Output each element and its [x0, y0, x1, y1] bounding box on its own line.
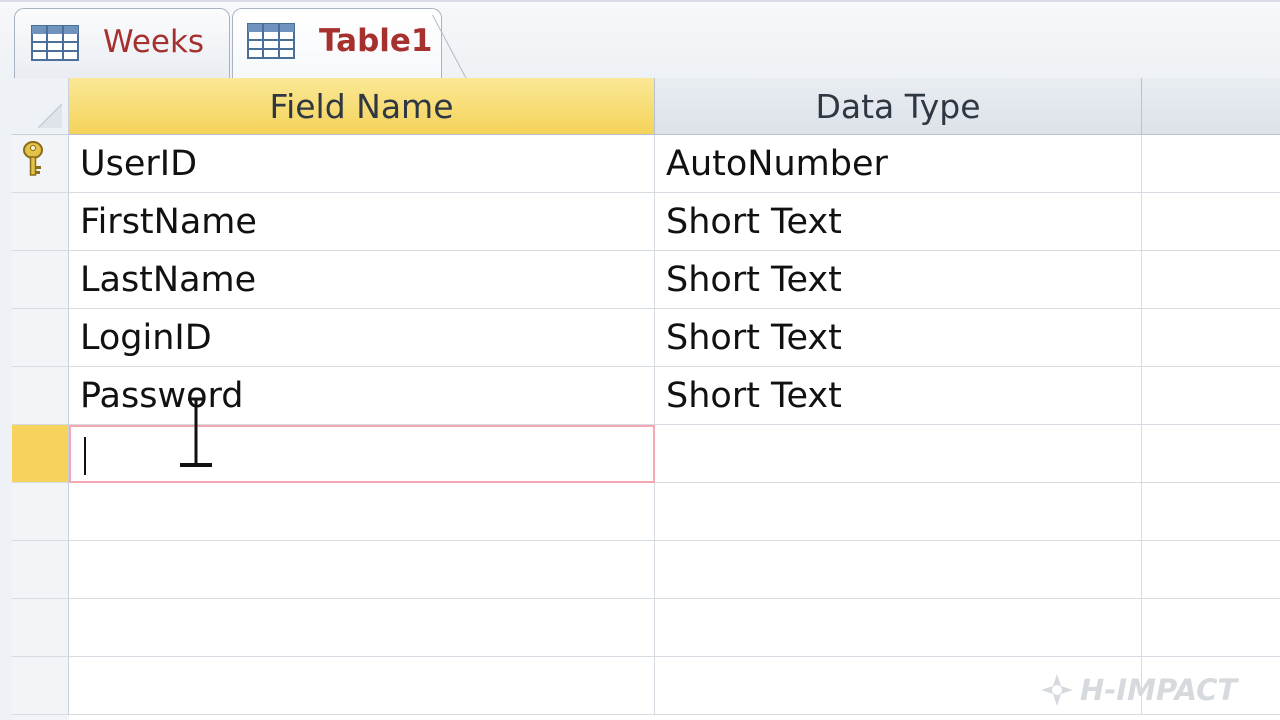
table-icon [31, 25, 79, 61]
row-selector[interactable] [12, 541, 69, 599]
field-name-cell[interactable] [69, 541, 655, 599]
table-icon [247, 23, 295, 59]
data-type-cell[interactable] [655, 599, 1142, 657]
current-row-selector[interactable] [12, 425, 69, 483]
table-row[interactable] [12, 599, 1280, 657]
data-type-cell[interactable]: Short Text [655, 309, 1142, 367]
description-cell[interactable] [1142, 425, 1280, 483]
tab-weeks-label: Weeks [103, 24, 205, 60]
description-cell[interactable] [1142, 599, 1280, 657]
data-type-cell[interactable]: Short Text [655, 193, 1142, 251]
field-name-cell[interactable]: UserID [69, 135, 655, 193]
row-selector[interactable] [12, 599, 69, 657]
data-type-cell[interactable]: Short Text [655, 367, 1142, 425]
watermark-text: H-IMPACT [1080, 673, 1238, 707]
field-name-cell[interactable] [69, 483, 655, 541]
primary-key-icon [23, 141, 43, 176]
table-row[interactable]: LoginID Short Text [12, 309, 1280, 367]
row-selector[interactable] [12, 483, 69, 541]
table-row[interactable] [12, 483, 1280, 541]
field-name-input-cell[interactable] [69, 397, 655, 483]
description-cell[interactable] [1142, 309, 1280, 367]
column-header-field-name[interactable]: Field Name [69, 78, 655, 135]
row-selector[interactable] [12, 657, 69, 715]
tab-weeks[interactable]: Weeks [14, 8, 230, 78]
column-header-description[interactable] [1142, 78, 1280, 135]
description-cell[interactable] [1142, 367, 1280, 425]
data-type-cell[interactable]: Short Text [655, 251, 1142, 309]
h-impact-watermark: H-IMPACT [1040, 670, 1260, 710]
table-row[interactable]: LastName Short Text [12, 251, 1280, 309]
text-caret [84, 437, 86, 475]
row-selector[interactable] [12, 309, 69, 367]
document-tab-strip: Weeks Table1 [0, 0, 1280, 79]
tab-strip-top-border [0, 0, 1280, 2]
field-name-cell[interactable] [69, 599, 655, 657]
field-name-cell[interactable]: LastName [69, 251, 655, 309]
row-selector[interactable] [12, 135, 69, 193]
row-selector[interactable] [12, 367, 69, 425]
row-selector[interactable] [12, 251, 69, 309]
description-cell[interactable] [1142, 251, 1280, 309]
tab-table1[interactable]: Table1 [232, 8, 442, 79]
field-name-cell[interactable]: FirstName [69, 193, 655, 251]
compass-logo-icon [1041, 674, 1073, 706]
data-type-cell[interactable] [655, 541, 1142, 599]
description-cell[interactable] [1142, 193, 1280, 251]
column-header-data-type[interactable]: Data Type [655, 78, 1142, 135]
table-row[interactable]: FirstName Short Text [12, 193, 1280, 251]
data-type-cell[interactable] [655, 483, 1142, 541]
field-name-cell[interactable]: Password [69, 367, 655, 425]
field-name-cell[interactable]: LoginID [69, 309, 655, 367]
current-table-row[interactable] [12, 397, 1280, 483]
table-row[interactable] [12, 541, 1280, 599]
row-selector[interactable] [12, 193, 69, 251]
description-cell[interactable] [1142, 135, 1280, 193]
description-cell[interactable] [1142, 541, 1280, 599]
select-all-corner[interactable] [12, 78, 69, 135]
field-name-cell[interactable] [69, 657, 655, 715]
data-type-cell[interactable] [655, 425, 1142, 483]
ibeam-cursor-icon [180, 397, 212, 467]
description-cell[interactable] [1142, 483, 1280, 541]
table-row[interactable]: UserID AutoNumber [12, 135, 1280, 193]
data-type-cell[interactable]: AutoNumber [655, 135, 1142, 193]
table-design-grid: Field Name Data Type UserID AutoNumber F… [0, 78, 1280, 720]
corner-triangle-icon [38, 104, 62, 128]
tab-table1-label: Table1 [319, 23, 433, 59]
